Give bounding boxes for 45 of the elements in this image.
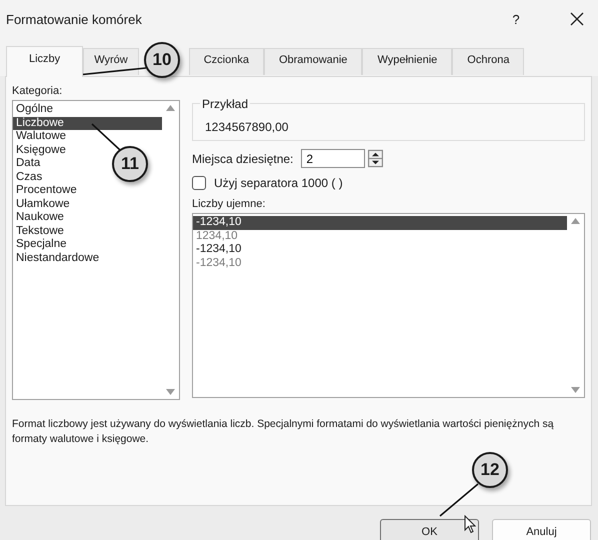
sample-label: Przykład bbox=[200, 97, 250, 111]
category-item[interactable]: Specjalne bbox=[13, 238, 70, 252]
sample-value: 1234567890,00 bbox=[205, 120, 288, 134]
category-item[interactable]: Czas bbox=[13, 170, 46, 184]
checkbox[interactable] bbox=[192, 176, 206, 190]
category-item[interactable]: Data bbox=[13, 157, 44, 170]
negative-number-item[interactable]: 1234,10 bbox=[193, 230, 241, 243]
scroll-down-icon[interactable] bbox=[166, 389, 175, 395]
spin-arrows-icon[interactable] bbox=[368, 149, 384, 168]
negative-number-item[interactable]: -1234,10 bbox=[193, 243, 244, 256]
decimal-places-label: Miejsca dziesiętne: bbox=[192, 152, 294, 166]
category-item[interactable]: Niestandardowe bbox=[13, 252, 102, 265]
category-item[interactable]: Naukowe bbox=[13, 211, 67, 224]
leader-line bbox=[91, 123, 121, 151]
tab[interactable]: Obramowanie bbox=[264, 48, 362, 75]
window-title: Formatowanie komórek bbox=[6, 12, 143, 26]
category-item[interactable]: Księgowe bbox=[13, 144, 69, 157]
tab[interactable]: Czcionka bbox=[188, 48, 264, 75]
negative-numbers-list[interactable]: -1234,10 1234,10 -1234,10 -1234,10 bbox=[192, 213, 585, 398]
category-item[interactable]: Walutowe bbox=[13, 130, 70, 144]
category-item[interactable]: Tekstowe bbox=[13, 224, 67, 238]
separator-label[interactable]: Użyj separatora 1000 ( ) bbox=[214, 176, 343, 190]
negative-numbers-label: Liczby ujemne: bbox=[192, 198, 266, 210]
scroll-down-icon[interactable] bbox=[571, 387, 580, 393]
category-label: Kategoria: bbox=[12, 85, 64, 97]
negative-number-item[interactable]: -1234,10 bbox=[193, 216, 567, 230]
cancel-button[interactable]: Anuluj bbox=[492, 519, 591, 540]
close-icon[interactable] bbox=[570, 12, 584, 26]
decimal-places-field[interactable]: 2 bbox=[301, 149, 366, 168]
help-button[interactable]: ? bbox=[506, 12, 526, 26]
ok-button[interactable]: OK bbox=[380, 519, 479, 540]
tab[interactable]: Wypełnienie bbox=[362, 48, 452, 75]
tab[interactable]: Ochrona bbox=[452, 48, 524, 75]
scroll-up-icon[interactable] bbox=[166, 105, 175, 111]
tab[interactable]: Liczby bbox=[6, 46, 84, 77]
category-item[interactable]: Liczbowe bbox=[13, 116, 162, 130]
mouse-pointer-icon bbox=[464, 515, 476, 534]
category-item[interactable]: Ogólne bbox=[13, 103, 56, 116]
tab[interactable]: Wyrów bbox=[83, 48, 139, 75]
category-item[interactable]: Ułamkowe bbox=[13, 198, 73, 211]
scroll-up-icon[interactable] bbox=[571, 218, 580, 224]
negative-number-item[interactable]: -1234,10 bbox=[193, 256, 244, 270]
description-text: Format liczbowy jest używany do wyświetlania liczb. Specjalnymi formatami do wyświetlania wartości pieniężnych są formaty walutowe i księgowe. bbox=[12, 417, 555, 447]
category-item[interactable]: Procentowe bbox=[13, 184, 80, 198]
leader-line bbox=[439, 483, 479, 517]
